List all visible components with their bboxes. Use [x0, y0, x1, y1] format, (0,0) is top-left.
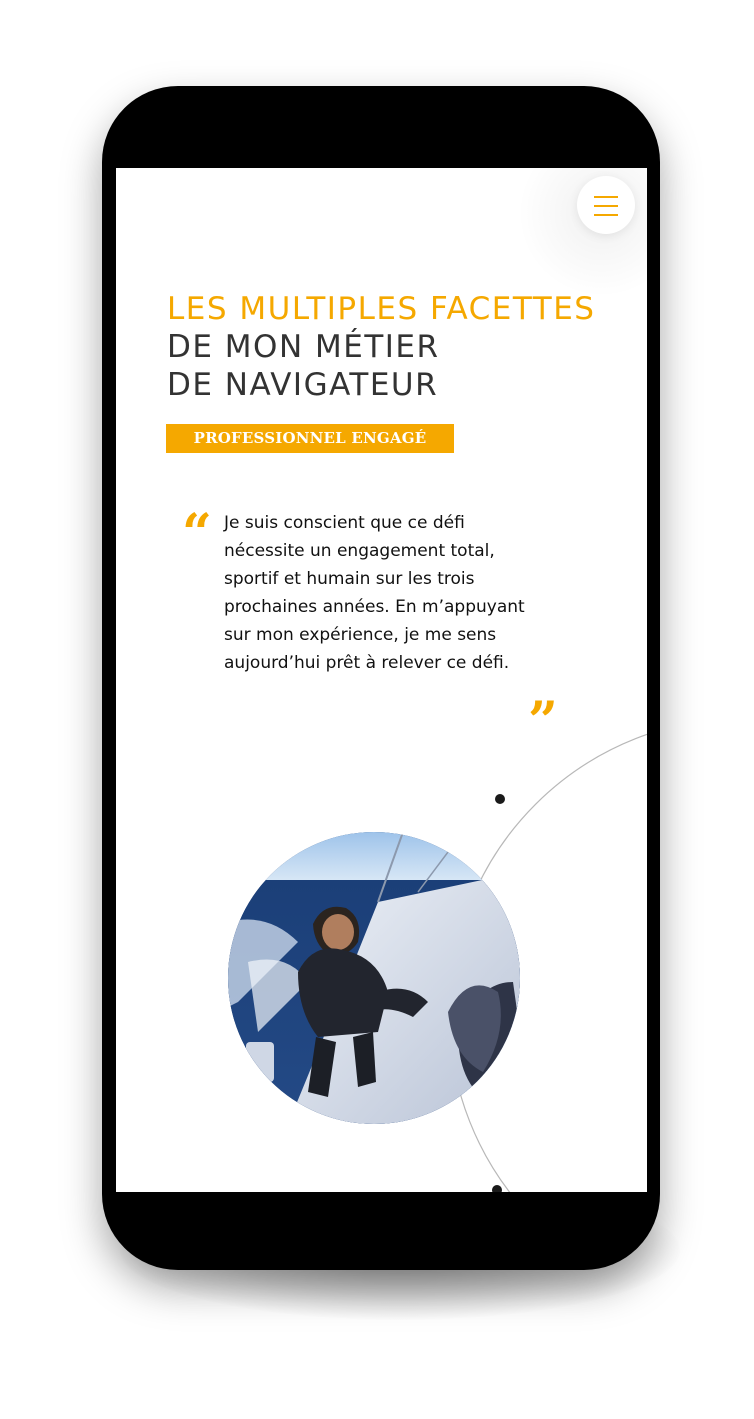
mockup-stage: LES MULTIPLES FACETTES DE MON MÉTIER DE … — [0, 0, 754, 1419]
phone-screen: LES MULTIPLES FACETTES DE MON MÉTIER DE … — [116, 168, 647, 1192]
orbit-dot-bottom — [492, 1185, 502, 1192]
sailor-on-boat-photo — [228, 832, 520, 1124]
orbit-dot-top — [495, 794, 505, 804]
